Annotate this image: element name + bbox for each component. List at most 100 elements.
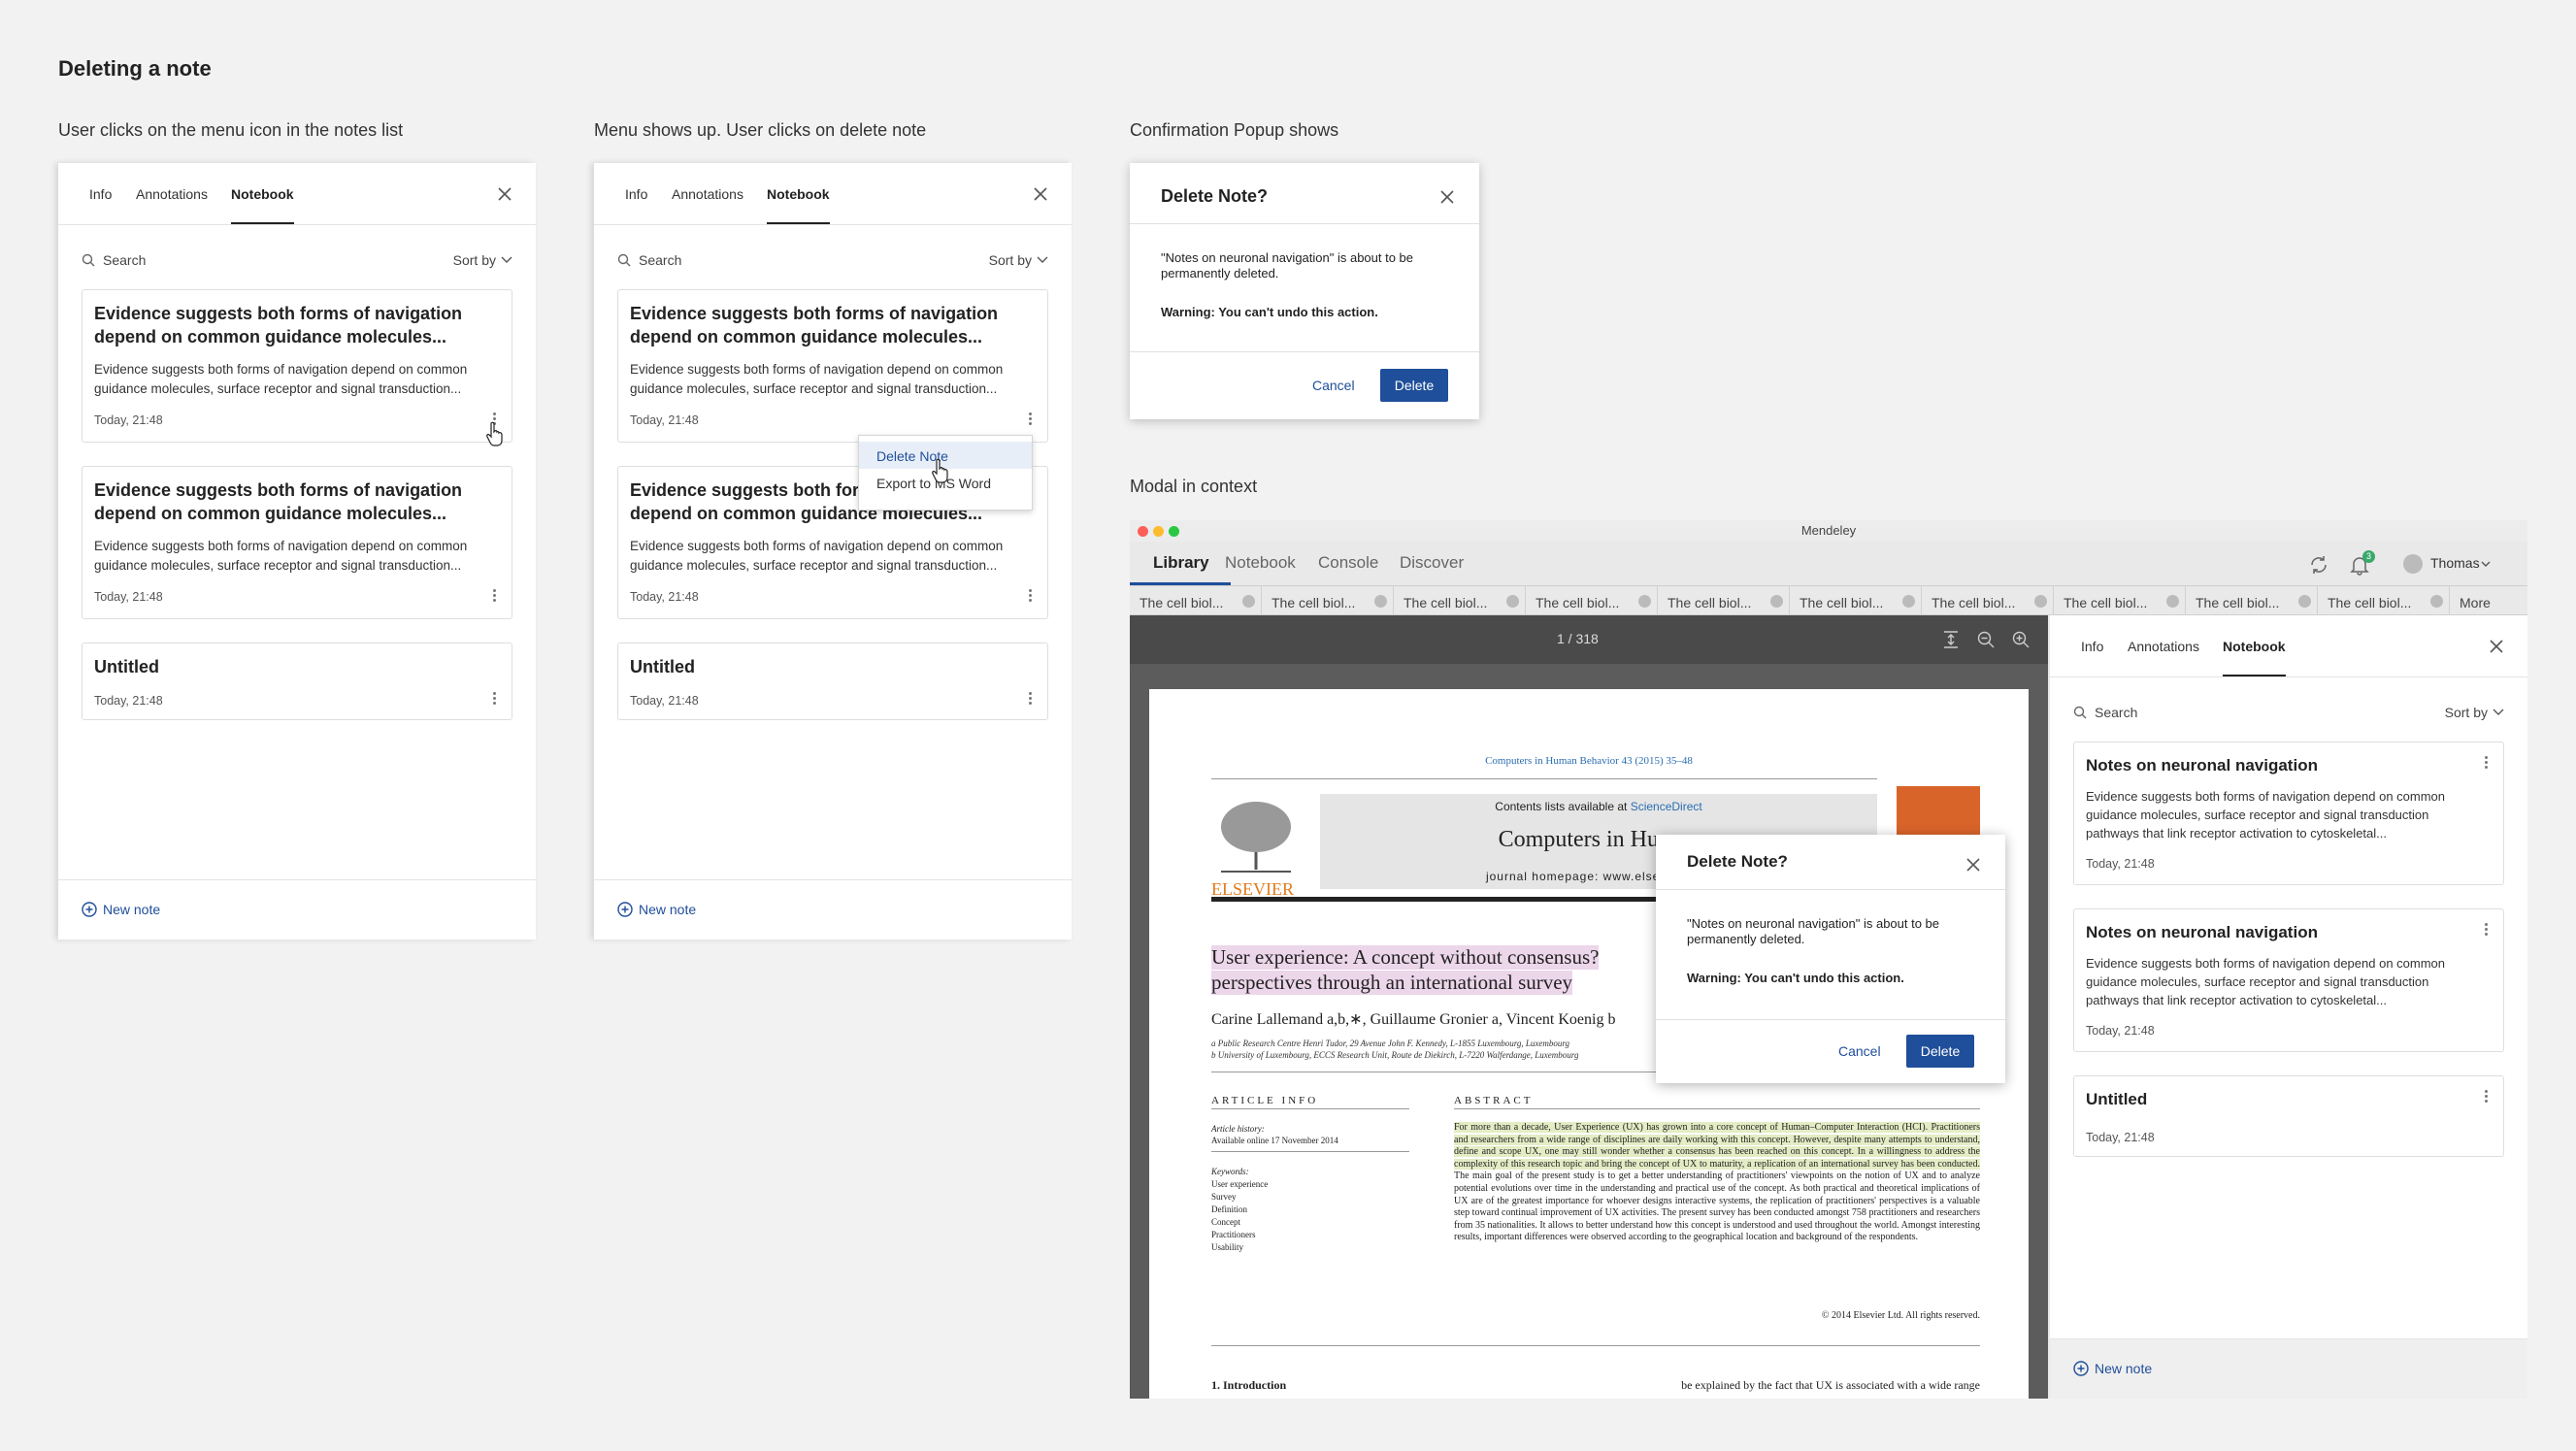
maximize-window-button[interactable] (1169, 526, 1179, 537)
search-input[interactable]: Search (2073, 705, 2137, 720)
close-icon[interactable] (495, 184, 514, 204)
document-tab-label: The cell biol... (1271, 595, 1356, 610)
kebab-menu-icon[interactable] (2480, 921, 2492, 940)
note-card[interactable]: Evidence suggests both forms of navigati… (617, 289, 1048, 443)
more-tabs-label: More (2460, 595, 2491, 610)
close-tab-icon[interactable] (1902, 595, 1915, 608)
tab-notebook[interactable]: Notebook (767, 186, 830, 224)
notebook-panel-step1: Info Annotations Notebook Search Sort by… (58, 163, 536, 940)
close-tab-icon[interactable] (2298, 595, 2311, 608)
page-indicator[interactable]: 1 / 318 (1557, 631, 1599, 646)
close-icon[interactable] (1965, 856, 1982, 874)
cancel-button[interactable]: Cancel (1312, 378, 1355, 393)
document-tab[interactable]: The cell biol... (1262, 586, 1394, 615)
close-tab-icon[interactable] (1506, 595, 1519, 608)
kebab-menu-icon[interactable] (2480, 754, 2492, 774)
close-tab-icon[interactable] (2430, 595, 2443, 608)
document-tab[interactable]: The cell biol... (2054, 586, 2186, 615)
note-date: Today, 21:48 (94, 694, 163, 708)
close-tab-icon[interactable] (1374, 595, 1387, 608)
divider (1656, 1019, 2005, 1020)
search-placeholder: Search (103, 252, 147, 268)
close-icon[interactable] (1031, 184, 1050, 204)
tab-annotations[interactable]: Annotations (2128, 639, 2199, 654)
nav-notebook[interactable]: Notebook (1225, 553, 1296, 573)
search-icon (2073, 706, 2087, 719)
note-card[interactable]: Evidence suggests both forms of navigati… (82, 289, 512, 443)
note-card[interactable]: Notes on neuronal navigation Evidence su… (2073, 908, 2504, 1052)
kebab-menu-icon[interactable] (488, 587, 500, 607)
abstract-highlight[interactable]: For more than a decade, User Experience … (1454, 1122, 1980, 1170)
close-icon[interactable] (2487, 637, 2506, 656)
notebook-side-panel: Info Annotations Notebook Search Sort by… (2050, 615, 2527, 1399)
cancel-button[interactable]: Cancel (1838, 1043, 1881, 1059)
new-note-label: New note (639, 902, 697, 917)
kebab-menu-icon[interactable] (1024, 690, 1036, 709)
more-tabs-button[interactable]: More (2450, 586, 2527, 615)
tab-notebook[interactable]: Notebook (2223, 639, 2286, 676)
zoom-out-icon[interactable] (1976, 630, 1996, 649)
sort-by-dropdown[interactable]: Sort by (453, 252, 512, 268)
user-name[interactable]: Thomas (2430, 555, 2480, 571)
close-icon[interactable] (1438, 188, 1456, 206)
zoom-in-icon[interactable] (2011, 630, 2031, 649)
new-note-button[interactable]: New note (82, 902, 160, 917)
nav-discover[interactable]: Discover (1400, 553, 1464, 573)
dialog-message: "Notes on neuronal navigation" is about … (1687, 916, 1940, 947)
new-note-label: New note (103, 902, 161, 917)
contents-prefix: Contents lists available at (1495, 800, 1631, 813)
caption-step4: Modal in context (1130, 477, 1258, 496)
nav-library[interactable]: Library (1130, 553, 1231, 585)
note-card[interactable]: Untitled Today, 21:48 (2073, 1075, 2504, 1157)
close-tab-icon[interactable] (1638, 595, 1651, 608)
minimize-window-button[interactable] (1153, 526, 1164, 537)
document-tab[interactable]: The cell biol... (1790, 586, 1922, 615)
avatar[interactable] (2403, 554, 2423, 574)
sort-by-dropdown[interactable]: Sort by (2445, 705, 2504, 720)
kebab-menu-icon[interactable] (2480, 1088, 2492, 1107)
nav-console[interactable]: Console (1318, 553, 1378, 573)
kebab-menu-icon[interactable] (488, 690, 500, 709)
search-icon (617, 253, 631, 267)
tab-info[interactable]: Info (89, 186, 112, 202)
sciencedirect-link[interactable]: ScienceDirect (1631, 800, 1702, 813)
close-tab-icon[interactable] (2166, 595, 2179, 608)
sync-icon[interactable] (2308, 554, 2329, 576)
tab-annotations[interactable]: Annotations (136, 186, 208, 202)
document-tab[interactable]: The cell biol... (1130, 586, 1262, 615)
delete-button[interactable]: Delete (1906, 1035, 1974, 1068)
document-tab[interactable]: The cell biol... (1394, 586, 1526, 615)
tab-notebook[interactable]: Notebook (231, 186, 294, 224)
delete-button[interactable]: Delete (1380, 369, 1448, 402)
new-note-button[interactable]: New note (617, 902, 696, 917)
note-title: Untitled (630, 657, 695, 676)
tab-info[interactable]: Info (2081, 639, 2103, 654)
delete-confirmation-dialog: Delete Note? "Notes on neuronal navigati… (1130, 163, 1479, 419)
document-tab[interactable]: The cell biol... (1526, 586, 1658, 615)
note-card[interactable]: Notes on neuronal navigation Evidence su… (2073, 742, 2504, 885)
close-tab-icon[interactable] (2034, 595, 2047, 608)
note-card[interactable]: Evidence suggests both forms of navigati… (82, 466, 512, 619)
document-tab[interactable]: The cell biol... (2186, 586, 2318, 615)
document-tab[interactable]: The cell biol... (2318, 586, 2450, 615)
fit-page-icon[interactable] (1941, 630, 1961, 649)
kebab-menu-icon[interactable] (1024, 587, 1036, 607)
search-input[interactable]: Search (617, 252, 681, 268)
panel-tabs: Info Annotations Notebook (594, 163, 1072, 225)
kebab-menu-icon[interactable] (1024, 411, 1036, 430)
document-tab[interactable]: The cell biol... (1658, 586, 1790, 615)
close-tab-icon[interactable] (1242, 595, 1255, 608)
tab-info[interactable]: Info (625, 186, 647, 202)
abstract-heading: ABSTRACT (1454, 1095, 1534, 1106)
document-tab[interactable]: The cell biol... (1922, 586, 2054, 615)
note-card[interactable]: Untitled Today, 21:48 (617, 643, 1048, 720)
article-info-heading: ARTICLE INFO (1211, 1095, 1319, 1106)
new-note-button[interactable]: New note (2073, 1361, 2152, 1376)
search-input[interactable]: Search (82, 252, 146, 268)
close-tab-icon[interactable] (1770, 595, 1783, 608)
note-card[interactable]: Untitled Today, 21:48 (82, 643, 512, 720)
sort-by-dropdown[interactable]: Sort by (989, 252, 1048, 268)
close-window-button[interactable] (1138, 526, 1148, 537)
note-title: Evidence suggests both forms of navigati… (94, 480, 463, 523)
tab-annotations[interactable]: Annotations (672, 186, 743, 202)
